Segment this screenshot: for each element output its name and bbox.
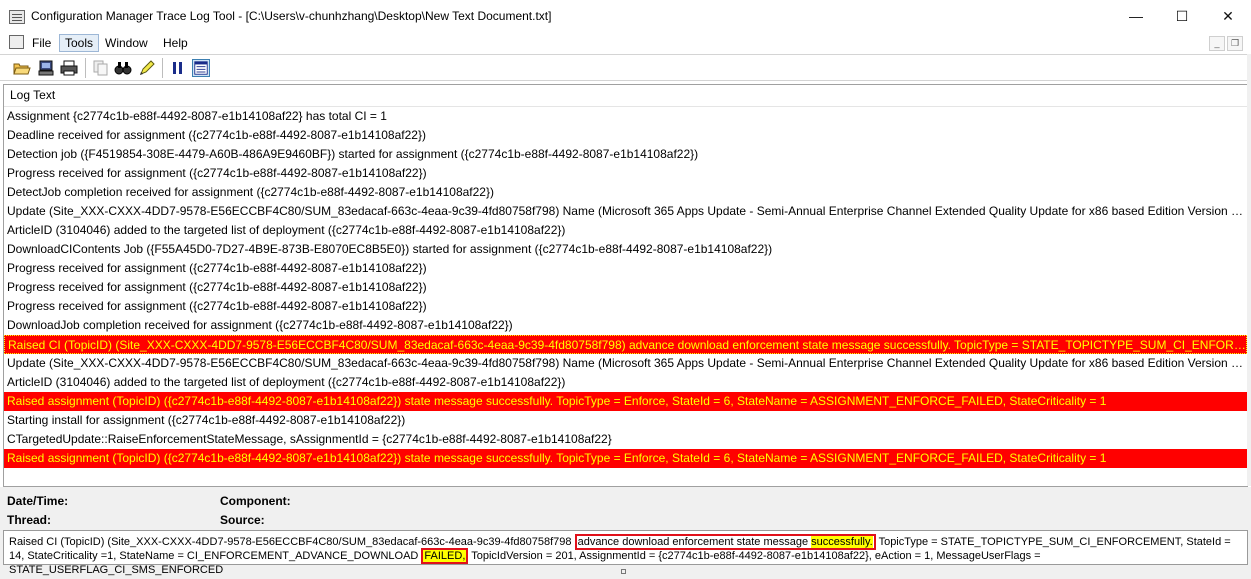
copy-icon[interactable] <box>92 59 110 77</box>
message-text: Raised CI (TopicID) (Site_XXX-CXXX-4DD7-… <box>9 534 1245 577</box>
highlight-box-successfully: advance download enforcement state messa… <box>574 534 876 550</box>
message-failed-highlight: FAILED, <box>421 548 469 564</box>
menu-tools[interactable]: Tools <box>59 34 100 52</box>
log-row[interactable]: Assignment {c2774c1b-e88f-4492-8087-e1b1… <box>4 107 1247 126</box>
log-column-header[interactable]: Log Text <box>4 85 1247 107</box>
log-text-column-label: Log Text <box>10 88 56 102</box>
document-icon[interactable] <box>9 35 24 49</box>
splitter-grip[interactable] <box>621 569 626 574</box>
print-icon[interactable] <box>60 59 78 77</box>
log-row-error[interactable]: Raised CI (TopicID) (Site_XXX-CXXX-4DD7-… <box>4 335 1247 354</box>
log-list[interactable]: Log Text Assignment {c2774c1b-e88f-4492-… <box>3 84 1248 487</box>
message-boxed-text: advance download enforcement state messa… <box>577 536 812 548</box>
menu-file[interactable]: File <box>27 34 56 52</box>
thread-label: Thread: <box>7 513 52 527</box>
pause-icon[interactable] <box>169 59 187 77</box>
find-icon[interactable] <box>114 59 132 77</box>
message-successfully-highlight: successfully. <box>811 536 873 548</box>
log-row[interactable]: Progress received for assignment ({c2774… <box>4 278 1247 297</box>
log-row-error[interactable]: Raised assignment (TopicID) ({c2774c1b-e… <box>4 392 1247 411</box>
log-row[interactable]: ArticleID (3104046) added to the targete… <box>4 373 1247 392</box>
mdi-minimize-button[interactable]: _ <box>1209 36 1225 51</box>
menu-help[interactable]: Help <box>158 34 193 52</box>
app-icon <box>9 10 25 24</box>
menu-window[interactable]: Window <box>100 34 153 52</box>
print-setup-icon[interactable] <box>37 59 55 77</box>
close-button[interactable]: ✕ <box>1205 0 1251 32</box>
message-text-box[interactable]: Raised CI (TopicID) (Site_XXX-CXXX-4DD7-… <box>3 530 1248 576</box>
log-row[interactable]: Starting install for assignment ({c2774c… <box>4 411 1247 430</box>
log-row[interactable]: Progress received for assignment ({c2774… <box>4 164 1247 183</box>
vertical-scrollbar[interactable] <box>1247 54 1251 486</box>
toolbar-separator <box>85 58 86 78</box>
log-row[interactable]: DetectJob completion received for assign… <box>4 183 1247 202</box>
toolbar <box>0 54 1251 81</box>
minimize-button[interactable]: — <box>1113 0 1159 32</box>
details-pane-icon[interactable] <box>192 59 210 77</box>
log-row[interactable]: DownloadCIContents Job ({F55A45D0-7D27-4… <box>4 240 1247 259</box>
window-title: Configuration Manager Trace Log Tool - [… <box>31 9 552 23</box>
log-row-error[interactable]: Raised assignment (TopicID) ({c2774c1b-e… <box>4 449 1247 468</box>
log-row[interactable]: Progress received for assignment ({c2774… <box>4 297 1247 316</box>
highlight-icon[interactable] <box>138 59 156 77</box>
log-row[interactable]: ArticleID (3104046) added to the targete… <box>4 221 1247 240</box>
mdi-restore-button[interactable]: ❐ <box>1227 36 1243 51</box>
toolbar-separator <box>162 58 163 78</box>
maximize-button[interactable]: ☐ <box>1159 0 1205 32</box>
datetime-label: Date/Time: <box>7 494 69 508</box>
log-row[interactable]: Update (Site_XXX-CXXX-4DD7-9578-E56ECCBF… <box>4 354 1247 373</box>
log-row[interactable]: Deadline received for assignment ({c2774… <box>4 126 1247 145</box>
message-part-1: Raised CI (TopicID) (Site_XXX-CXXX-4DD7-… <box>9 536 572 548</box>
source-label: Source: <box>220 513 265 527</box>
component-label: Component: <box>220 494 291 508</box>
log-row[interactable]: DownloadJob completion received for assi… <box>4 316 1247 335</box>
log-row[interactable]: Detection job ({F4519854-308E-4479-A60B-… <box>4 145 1247 164</box>
log-rows: Assignment {c2774c1b-e88f-4492-8087-e1b1… <box>4 107 1247 468</box>
log-row[interactable]: Update (Site_XXX-CXXX-4DD7-9578-E56ECCBF… <box>4 202 1247 221</box>
log-row[interactable]: CTargetedUpdate::RaiseEnforcementStateMe… <box>4 430 1247 449</box>
log-row[interactable]: Progress received for assignment ({c2774… <box>4 259 1247 278</box>
open-icon[interactable] <box>13 59 31 77</box>
